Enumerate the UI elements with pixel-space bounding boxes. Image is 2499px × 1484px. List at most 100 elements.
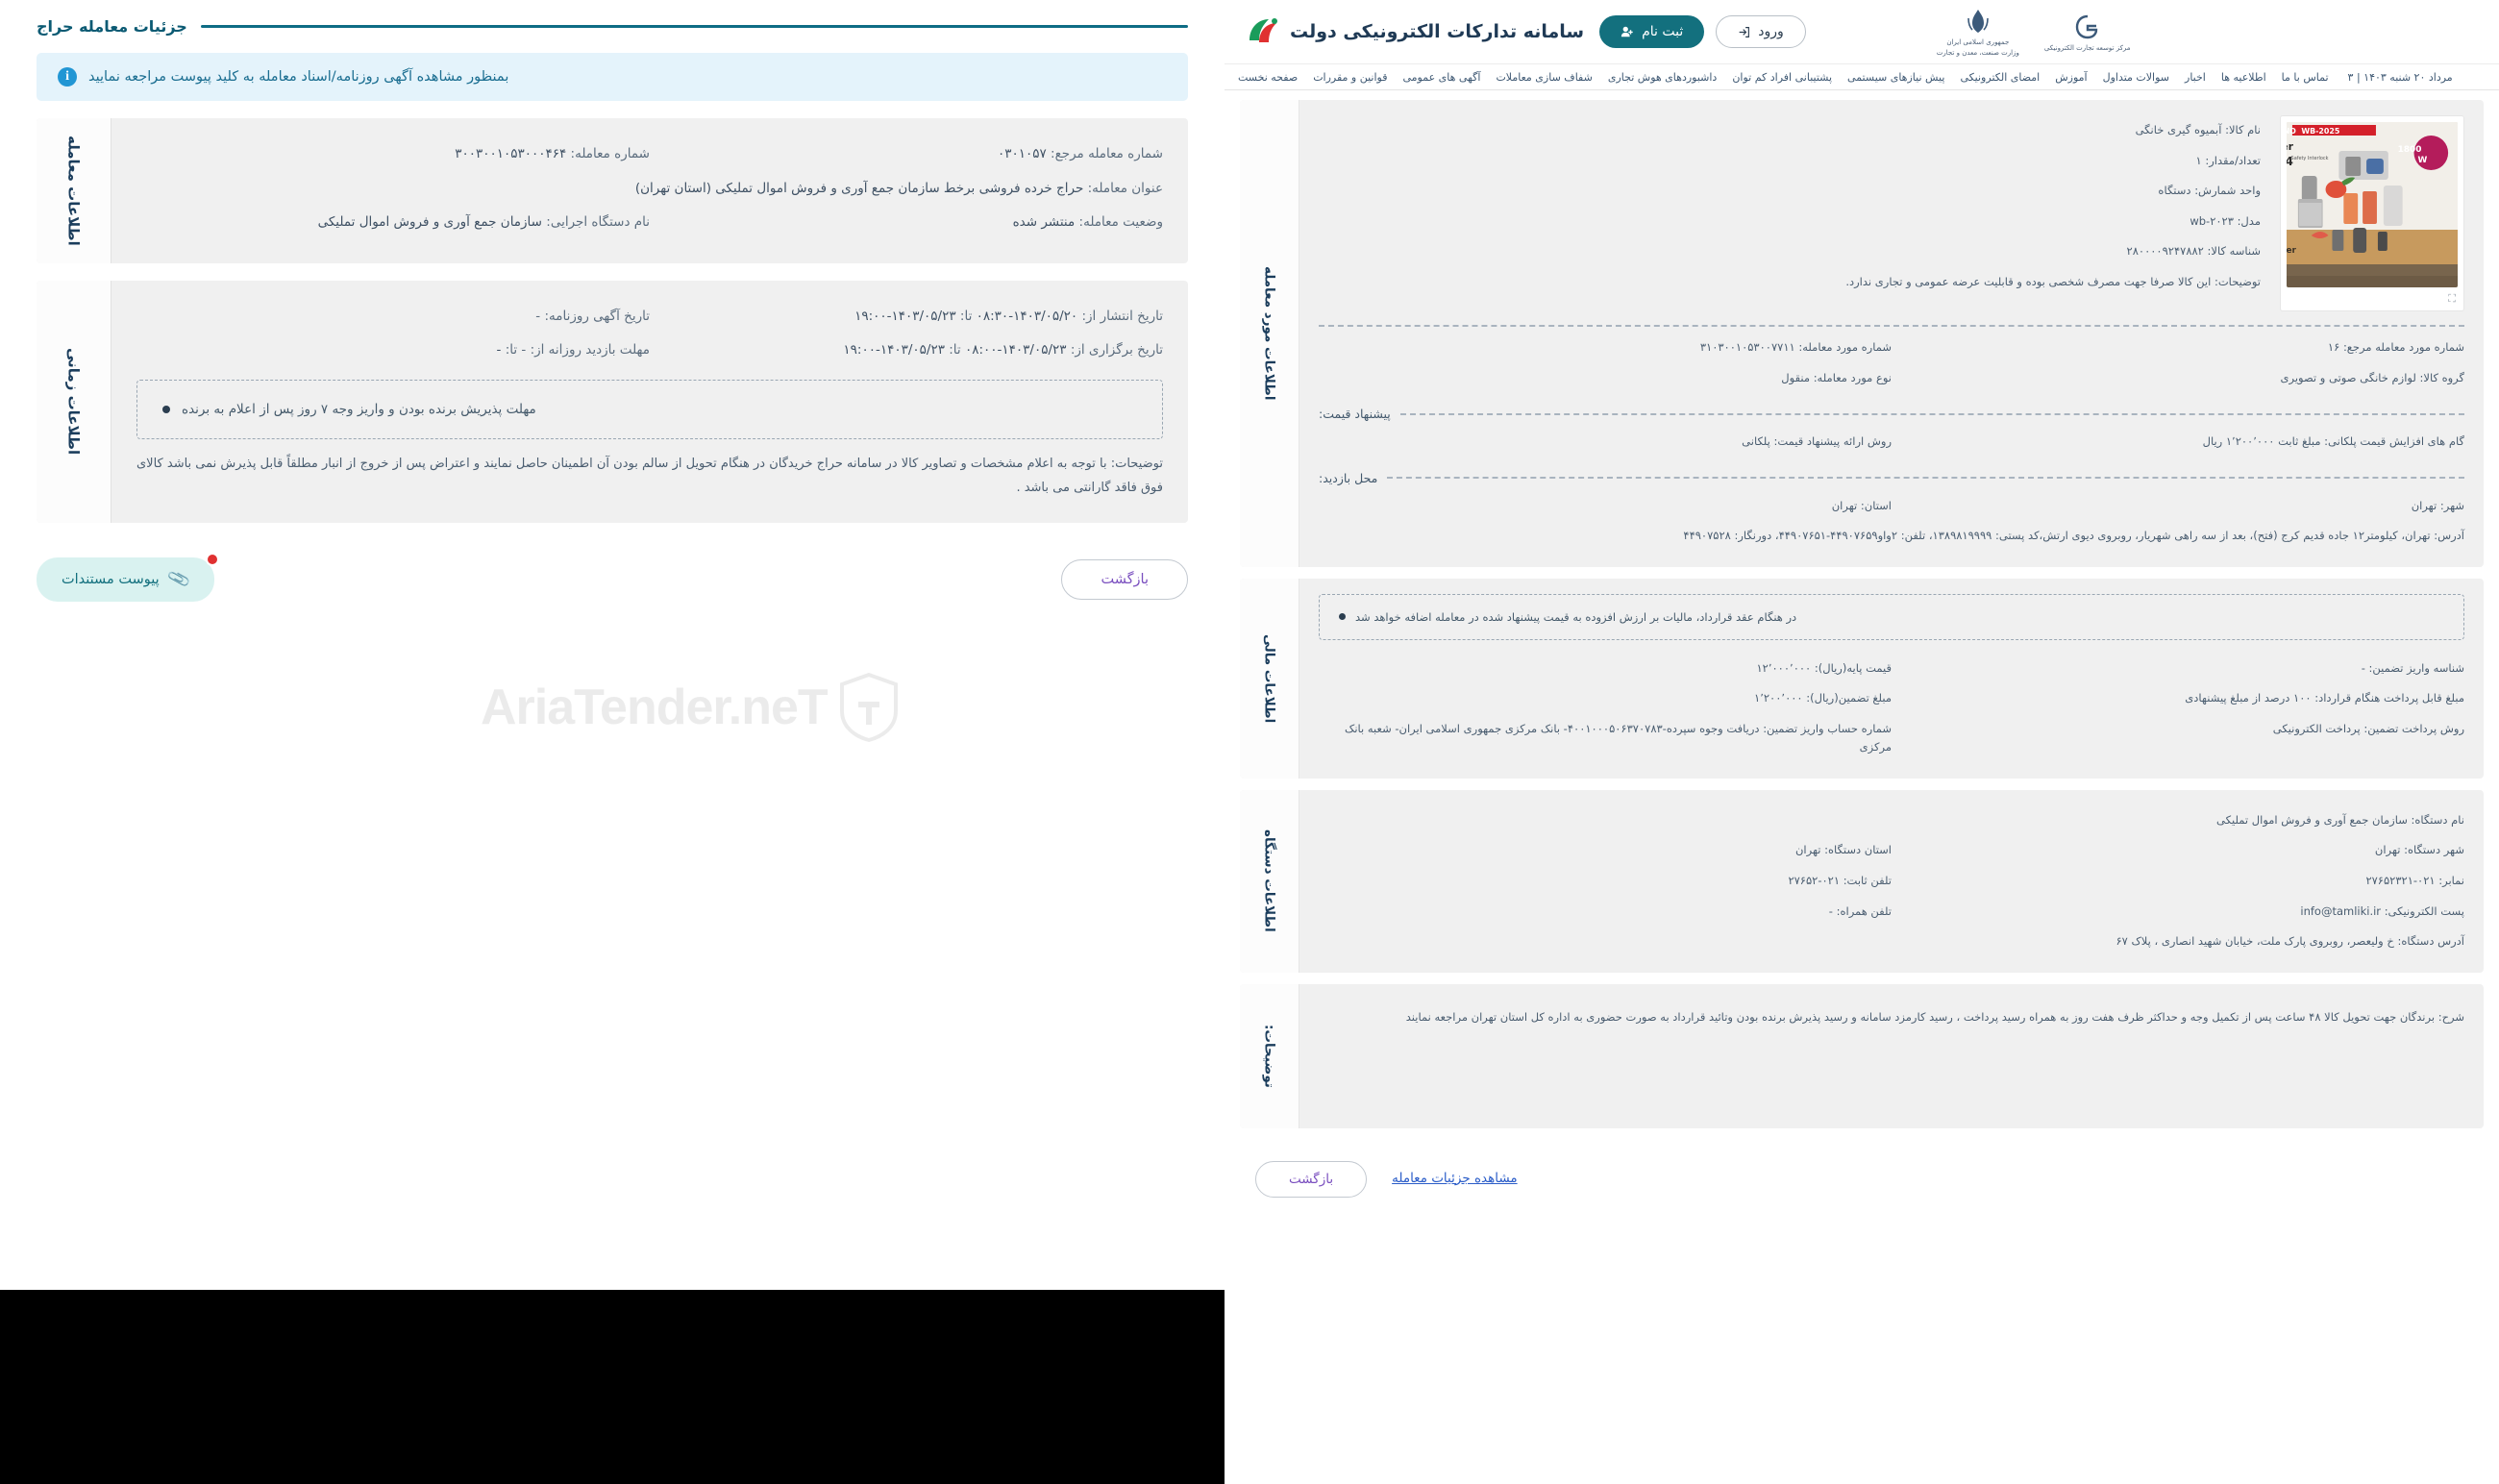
field-visit-province: استان: تهران: [1831, 498, 1892, 512]
agency-info-tab-label: اطلاعات دستگاه: [1261, 829, 1277, 933]
nav-item-digital-signature[interactable]: امضای الکترونیکی: [1960, 71, 2040, 84]
agency-info-body: نام دستگاه: سازمان جمع آوری و فروش اموال…: [1299, 790, 2484, 973]
field-product-description: توضیحات: این کالا صرفا جهت مصرف شخصی بود…: [1845, 274, 2261, 288]
field-product-model: مدل: wb-۲۰۲۳: [2190, 213, 2261, 228]
field-product-name: نام کالا: آبمیوه گیری خانگی: [2135, 123, 2261, 136]
svg-text:Model NO:: Model NO:: [2287, 127, 2296, 136]
product-image[interactable]: Model NO: WB-2025 Stainless Steel Juicer…: [2287, 122, 2458, 287]
nav-item-contact[interactable]: تماس با ما: [2282, 71, 2329, 84]
bullet-icon: [1339, 613, 1346, 621]
attach-documents-label: پیوست مستندات: [62, 572, 160, 588]
attach-documents-button[interactable]: پیوست مستندات 📎: [37, 553, 219, 603]
login-button[interactable]: ورود: [1716, 15, 1806, 48]
paperclip-icon: 📎: [165, 567, 192, 593]
notes-body: شرح: برندگان جهت تحویل کالا ۴۸ ساعت پس ا…: [1299, 984, 2484, 1128]
price-offer-heading: پیشنهاد قیمت:: [1319, 407, 1391, 422]
etc-emblem-label: مرکز توسعه تجارت الکترونیکی: [2043, 43, 2131, 52]
field-transaction-number: شماره معامله: ۳۰۰۳۰۰۱۰۵۳۰۰۰۴۶۴: [455, 146, 650, 161]
portal-content: اطلاعات مورد معامله نام کالا: آبمیوه گیر…: [1225, 90, 2499, 1482]
svg-text:Juicer & Blender: Juicer & Blender: [2287, 246, 2296, 256]
nav-item-transparency[interactable]: شفاف سازی معاملات: [1496, 71, 1592, 84]
nav-item-training[interactable]: آموزش: [2055, 71, 2087, 84]
watermark-text: AriaTender.neT: [481, 680, 829, 735]
brand[interactable]: سامانه تدارکات الکترونیکی دولت: [1246, 15, 1584, 48]
view-transaction-details-link[interactable]: مشاهده جزئیات معامله: [1392, 1171, 1518, 1188]
time-info-note: توضیحات: با توجه به اعلام مشخصات و تصاوی…: [136, 456, 1163, 495]
field-item-ref-number: شماره مورد معامله مرجع: ۱۶: [2327, 340, 2464, 354]
gov-logos: جمهوری اسلامی ایران وزارت صنعت، معدن و ت…: [1937, 7, 2131, 57]
field-agency-name: نام دستگاه: سازمان جمع آوری و فروش اموال…: [2216, 812, 2464, 827]
portal-header: سامانه تدارکات الکترونیکی دولت ثبت نام و…: [1225, 0, 2499, 63]
svg-text:WB-2025: WB-2025: [2301, 127, 2339, 136]
auction-actions: پیوست مستندات 📎 بازگشت: [37, 553, 1188, 631]
info-banner-text: بمنظور مشاهده آگهی روزنامه/اسناد معامله …: [88, 69, 509, 85]
field-payable-at-contract: مبلغ قابل پرداخت هنگام قرارداد: ۱۰۰ درصد…: [2185, 691, 2464, 705]
nav-item-faq[interactable]: سوالات متداول: [2103, 71, 2169, 84]
field-transaction-ref-number: شماره معامله مرجع: ۰۳۰۱۰۵۷: [997, 146, 1163, 161]
field-visit-city: شهر: تهران: [2411, 498, 2464, 512]
time-info-dashed-note: مهلت پذیریش برنده بودن و واریز وجه ۷ روز…: [136, 379, 1163, 439]
notes-tab: توضیحات:: [1240, 983, 1299, 1128]
register-button[interactable]: ثبت نام: [1599, 15, 1705, 48]
back-button[interactable]: بازگشت: [1061, 559, 1188, 601]
product-fields: نام کالا: آبمیوه گیری خانگی تعداد/مقدار:…: [1319, 115, 2261, 311]
field-transaction-status: وضعیت معامله: منتشر شده: [1012, 214, 1163, 231]
ministry-emblem-line1: جمهوری اسلامی ایران: [1946, 38, 2010, 46]
field-agency-mobile: تلفن همراه: -: [1828, 903, 1892, 918]
auth-group: ثبت نام ورود: [1599, 15, 1806, 48]
field-transaction-title: عنوان معامله: حراج خرده فروشی برخط سازما…: [634, 180, 1163, 196]
setad-logo-icon: [1246, 15, 1280, 48]
field-agency-fax: نمابر: ۰۲۱-۲۷۶۵۲۳۲۱: [2365, 874, 2464, 888]
field-item-type: نوع مورد معامله: منقول: [1781, 370, 1892, 384]
transaction-info-tab: اطلاعات معامله: [37, 118, 111, 263]
financial-info-body: در هنگام عقد قرارداد، مالیات بر ارزش افز…: [1299, 579, 2484, 779]
nav-item-accessibility-support[interactable]: پشتیبانی افراد کم توان: [1732, 71, 1832, 84]
field-item-number: شماره مورد معامله: ۳۱۰۳۰۰۱۰۵۳۰۰۷۷۱۱: [1699, 340, 1892, 354]
nav-item-bi-dashboards[interactable]: داشبوردهای هوش تجاری: [1608, 71, 1718, 84]
info-banner: i بمنظور مشاهده آگهی روزنامه/اسناد معامل…: [37, 53, 1188, 101]
register-label: ثبت نام: [1642, 24, 1684, 39]
price-offer-heading-row: پیشنهاد قیمت:: [1319, 393, 2464, 427]
nav-date: مرداد ۲۰ شنبه ۱۴۰۳ | ۳: [2347, 70, 2453, 84]
page-title-row: جزئیات معامله حراج: [37, 0, 1188, 43]
nav-item-system-requirements[interactable]: پیش نیازهای سیستمی: [1847, 71, 1944, 84]
user-plus-icon: [1621, 26, 1633, 37]
field-product-unit: واحد شمارش: دستگاه: [2158, 184, 2261, 198]
field-newspaper-ad-date: تاریخ آگهی روزنامه: -: [535, 308, 650, 324]
transaction-info-tab-label: اطلاعات معامله: [64, 136, 83, 246]
portal-nav: صفحه نخست قوانین و مقررات آگهی های عمومی…: [1225, 63, 2499, 90]
attachment-badge-dot: [205, 553, 219, 567]
iran-emblem-icon: [1967, 10, 1989, 33]
page-title: جزئیات معامله حراج: [37, 17, 187, 36]
nav-item-announcements[interactable]: اطلاعیه ها: [2221, 71, 2266, 84]
login-arrow-icon: [1739, 26, 1750, 37]
agency-info-panel: اطلاعات دستگاه نام دستگاه: سازمان جمع آو…: [1240, 789, 2484, 973]
time-info-body: تاریخ آگهی روزنامه: - تاریخ انتشار از: ۱…: [111, 281, 1188, 524]
ministry-emblem: جمهوری اسلامی ایران وزارت صنعت، معدن و ت…: [1937, 7, 2019, 57]
product-image-card[interactable]: Model NO: WB-2025 Stainless Steel Juicer…: [2280, 115, 2464, 311]
login-label: ورود: [1758, 24, 1784, 39]
field-item-group: گروه کالا: لوازم خانگی صوتی و تصویری: [2280, 370, 2464, 384]
financial-info-panel: اطلاعات مالی در هنگام عقد قرارداد، مالیا…: [1240, 578, 2484, 779]
visit-heading-row: محل بازدید:: [1319, 458, 2464, 491]
item-info-tab-label: اطلاعات مورد معامله: [1261, 266, 1277, 401]
field-agency-address: آدرس دستگاه: خ ولیعصر، روبروی پارک ملت، …: [2115, 934, 2464, 949]
nav-item-public-ads[interactable]: آگهی های عمومی: [1403, 71, 1481, 84]
field-agency-province: استان دستگاه: تهران: [1794, 843, 1892, 857]
field-price-offer-method: روش ارائه پیشنهاد قیمت: پلکانی: [1742, 434, 1892, 449]
nav-item-laws[interactable]: قوانین و مقررات: [1313, 71, 1387, 84]
field-guarantee-payment-method: روش پرداخت تضمین: پرداخت الکترونیکی: [2272, 721, 2464, 735]
expand-icon[interactable]: ⛶: [2446, 291, 2458, 307]
agency-info-tab: اطلاعات دستگاه: [1240, 789, 1299, 973]
title-divider: [200, 25, 1188, 28]
nav-item-news[interactable]: اخبار: [2185, 71, 2206, 84]
transaction-info-body: شماره معامله: ۳۰۰۳۰۰۱۰۵۳۰۰۰۴۶۴ شماره معا…: [111, 118, 1188, 263]
vat-note-text: در هنگام عقد قرارداد، مالیات بر ارزش افز…: [1355, 609, 1797, 624]
field-product-code: شناسه کالا: ۲۸۰۰۰۰۹۲۴۷۸۸۲: [2126, 244, 2261, 259]
item-info-tab: اطلاعات مورد معامله: [1240, 100, 1299, 567]
time-info-tab-label: اطلاعات زمانی: [64, 348, 83, 456]
nav-item-home[interactable]: صفحه نخست: [1238, 71, 1298, 84]
svg-text:1800: 1800: [2398, 145, 2422, 155]
portal-back-button[interactable]: بازگشت: [1255, 1160, 1368, 1198]
time-info-panel: اطلاعات زمانی تاریخ آگهی روزنامه: - تاری…: [37, 280, 1188, 524]
